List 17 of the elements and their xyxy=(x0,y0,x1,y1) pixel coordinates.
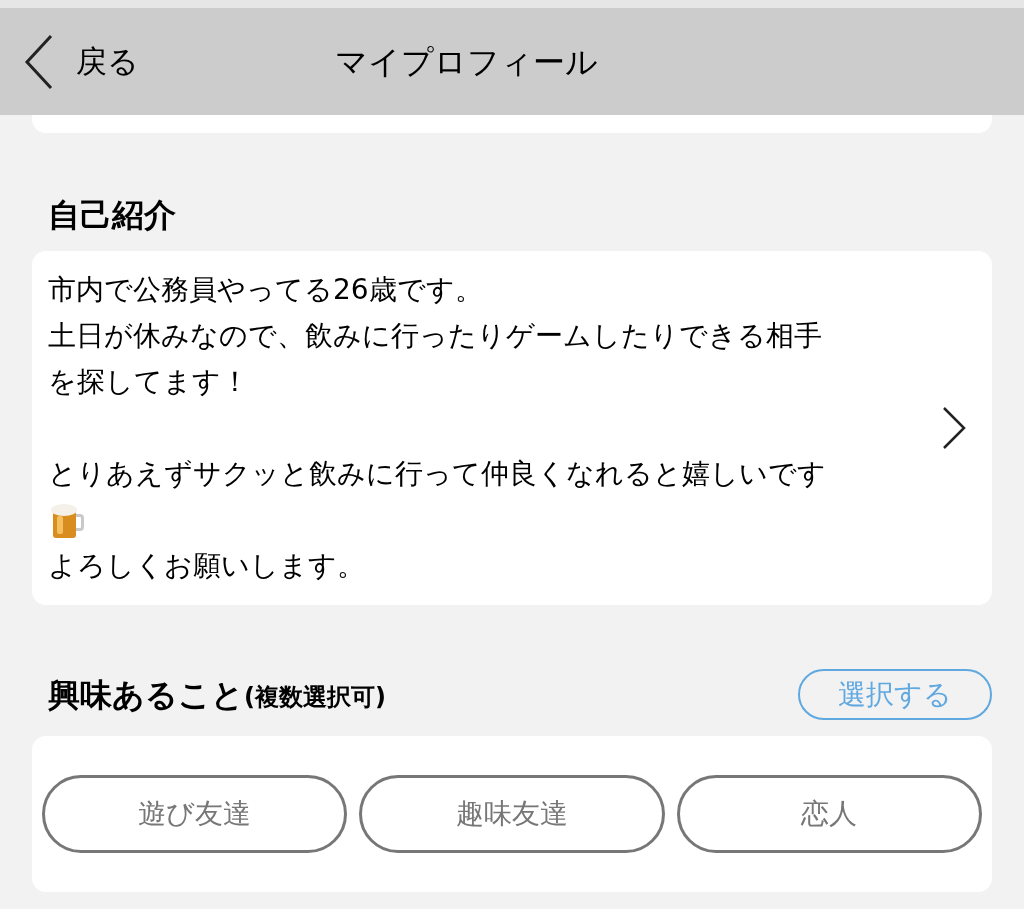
section-heading: 興味あること xyxy=(48,674,244,715)
bio-text-line: を探してます！ xyxy=(48,364,250,400)
page-title: マイプロフィール xyxy=(335,41,598,83)
bio-text-line: 市内で公務員やってる26歳です。 xyxy=(48,272,484,308)
bio-text-line: とりあえずサクッと飲みに行って仲良くなれると嬉しいです xyxy=(48,456,827,492)
interest-chip[interactable]: 趣味友達 xyxy=(359,775,665,853)
back-button[interactable]: 戻る xyxy=(0,33,139,90)
bio-text-line: 土日が休みなので、飲みに行ったりゲームしたりできる相手 xyxy=(48,318,823,354)
interest-chip[interactable]: 恋人 xyxy=(676,775,982,853)
bio-text-line: よろしくお願いします。 xyxy=(48,548,366,584)
chevron-right-icon xyxy=(942,406,966,450)
section-note: (複数選択可) xyxy=(244,681,386,713)
bio-card[interactable]: 市内で公務員やってる26歳です。 土日が休みなので、飲みに行ったりゲームしたりできる相手 を探してます！ とりあえずサクッと飲みに行って仲良くなれると嬉しいです よろしくお願いします。 xyxy=(32,251,992,605)
select-button[interactable]: 選択する xyxy=(798,669,992,720)
back-chevron-icon xyxy=(24,33,54,90)
interest-chip[interactable]: 遊び友達 xyxy=(42,775,348,853)
section-heading: 自己紹介 xyxy=(47,195,177,235)
